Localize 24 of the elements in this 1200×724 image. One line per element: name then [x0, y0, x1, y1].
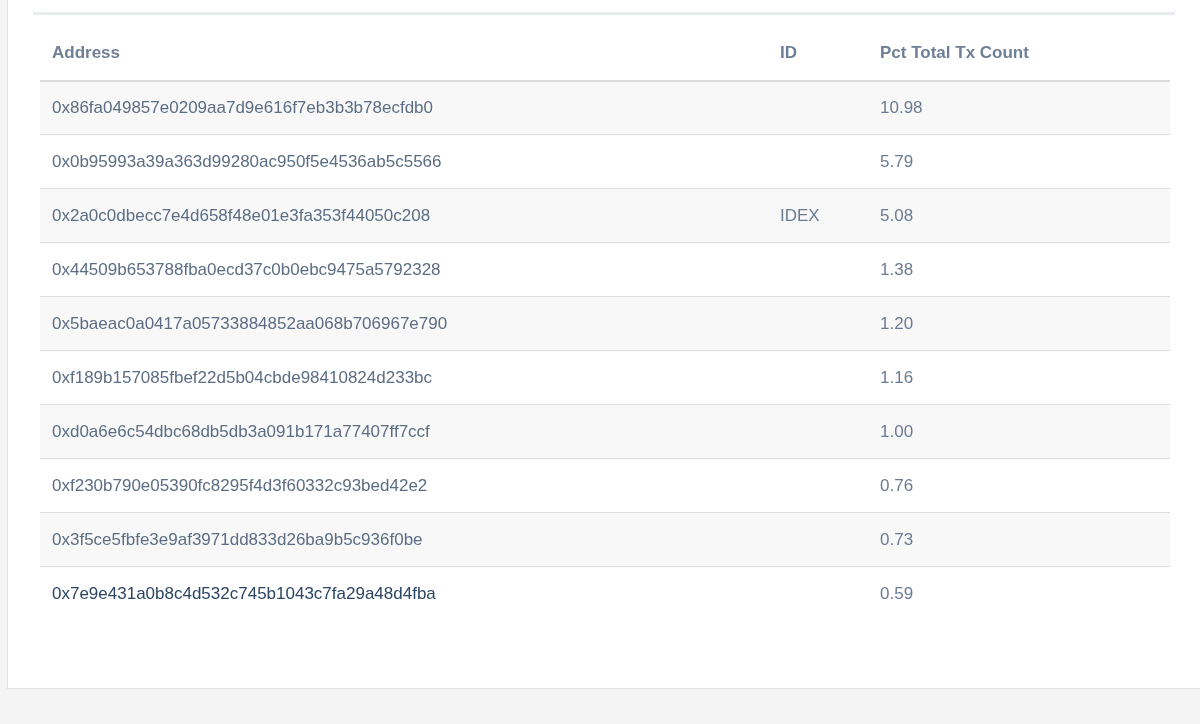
column-header: Address [40, 40, 768, 81]
address-link[interactable]: 0xf189b157085fbef22d5b04cbde98410824d233bc [52, 367, 433, 387]
address-link[interactable]: 0xf230b790e05390fc8295f4d3f60332c93bed42e2 [52, 475, 428, 495]
table-cell: IDEX [780, 205, 820, 225]
address-link[interactable]: 0xd0a6e6c54dbc68db5db3a091b171a77407ff7ccf [52, 421, 430, 441]
table-cell: 0.73 [880, 529, 914, 549]
address-link[interactable]: 0x5baeac0a0417a05733884852aa068b706967e790 [52, 313, 448, 333]
address-link[interactable]: 0x86fa049857e0209aa7d9e616f7eb3b3b78ecfdb0 [52, 98, 433, 117]
table-cell: 1.00 [880, 421, 914, 441]
column-header: Pct Total Tx Count [868, 40, 1170, 81]
table-cell: 1.20 [880, 313, 914, 333]
table-cell: 0.59 [880, 584, 914, 603]
address-link[interactable]: 0x2a0c0dbecc7e4d658f48e01e3fa353f44050c208 [52, 205, 431, 225]
table-cell: 0.76 [880, 475, 914, 495]
table-cell: 10.98 [880, 98, 923, 117]
address-link[interactable]: 0x3f5ce5fbfe3e9af3971dd833d26ba9b5c936f0be [52, 529, 423, 549]
address-link[interactable]: 0x7e9e431a0b8c4d532c745b1043c7fa29a48d4fba [52, 584, 436, 603]
table-cell: 1.38 [880, 259, 914, 279]
column-header: ID [768, 40, 868, 81]
address-link[interactable]: 0x0b95993a39a363d99280ac950f5e4536ab5c5566 [52, 151, 442, 171]
address-link[interactable]: 0x44509b653788fba0ecd37c0b0ebc9475a5792328 [52, 259, 441, 279]
table-cell: 5.79 [880, 151, 914, 171]
table-cell: 5.08 [880, 205, 914, 225]
table-cell: 1.16 [880, 367, 914, 387]
